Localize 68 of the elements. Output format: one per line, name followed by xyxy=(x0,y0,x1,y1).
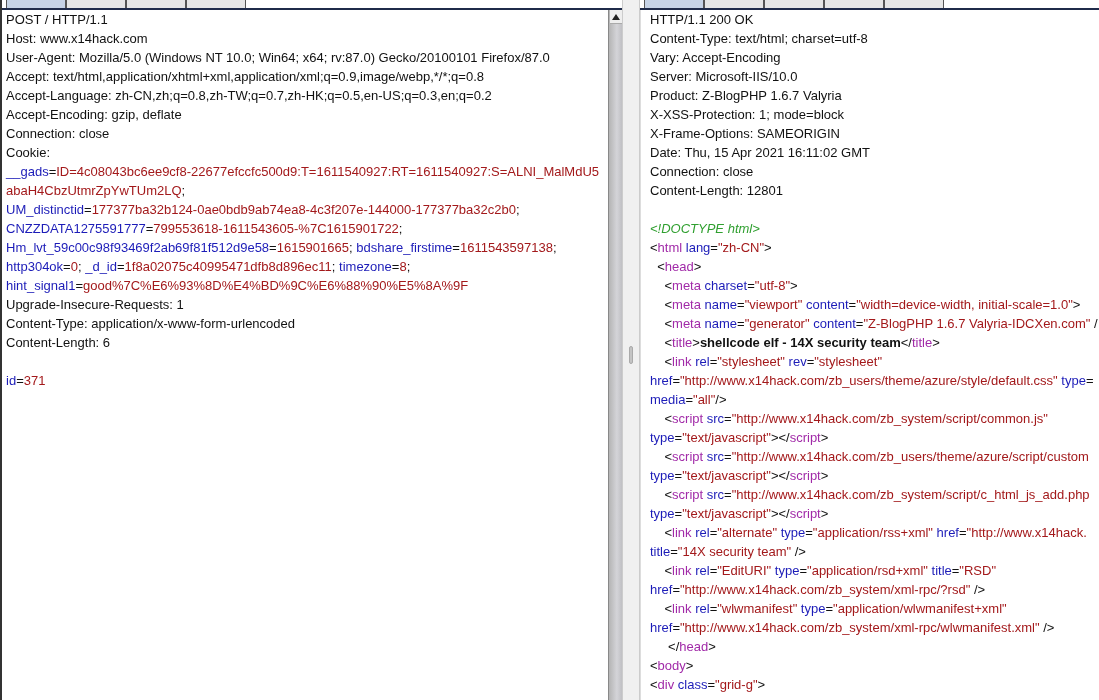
tab[interactable] xyxy=(704,0,764,8)
code-line: X-XSS-Protection: 1; mode=block xyxy=(650,106,845,124)
code-line: <html lang="zh-CN"> xyxy=(650,239,773,257)
code-line: href="http://www.x14hack.com/zb_system/xml-rpc/wlwmanifest.xml" /> xyxy=(650,619,1056,637)
code-line: title="14X security team" /> xyxy=(650,543,807,561)
code-line: href="http://www.x14hack.com/zb_users/theme/azure/style/default.css" type= xyxy=(650,372,1095,390)
code-line: <script src="http://www.x14hack.com/zb_system/script/common.js" xyxy=(663,410,1049,428)
code-line: type="text/javascript"></script> xyxy=(650,467,830,485)
code-line: Content-Length: 6 xyxy=(6,334,112,352)
code-line: type="text/javascript"></script> xyxy=(650,505,830,523)
code-line: Content-Type: application/x-www-form-urlencoded xyxy=(6,315,296,333)
code-line: media="all"/> xyxy=(650,391,728,409)
code-line: <link rel="EditURI" type="application/rsd+xml" title="RSD" xyxy=(663,562,998,580)
code-line: hint_signal1=good%7C%E6%93%8D%E4%BD%9C%E6%88%90%E5%8A%9F xyxy=(6,277,470,295)
code-line: Content-Length: 12801 xyxy=(650,182,784,200)
code-line: <title>shellcode elf - 14X security team</title> xyxy=(663,334,941,352)
code-line: Cookie: xyxy=(6,144,52,162)
code-line: <head> xyxy=(656,258,703,276)
scroll-up-button[interactable] xyxy=(609,10,622,24)
scrollbar[interactable] xyxy=(608,10,622,700)
code-line: </head> xyxy=(667,638,717,656)
tab[interactable] xyxy=(764,0,824,8)
tab[interactable] xyxy=(884,0,944,8)
code-line: abaH4CbzUtmrZpYwTUm2LQ; xyxy=(6,182,187,200)
code-line: X-Frame-Options: SAMEORIGIN xyxy=(650,125,841,143)
tab[interactable] xyxy=(644,0,704,8)
code-line: Upgrade-Insecure-Requests: 1 xyxy=(6,296,185,314)
code-line: Connection: close xyxy=(6,125,111,143)
up-arrow-icon xyxy=(611,13,620,20)
tab[interactable] xyxy=(66,0,126,8)
message-editor[interactable] xyxy=(640,10,1099,700)
code-line: HTTP/1.1 200 OK xyxy=(650,11,755,29)
code-line: <script src="http://www.x14hack.com/zb_users/theme/azure/script/custom xyxy=(663,448,1090,466)
code-line: User-Agent: Mozilla/5.0 (Windows NT 10.0; Win64; x64; rv:87.0) Gecko/20100101 Firefox/87.0 xyxy=(6,49,551,67)
code-line: Date: Thu, 15 Apr 2021 16:11:02 GMT xyxy=(650,144,871,162)
code-line: <meta name="viewport" content="width=device-width, initial-scale=1.0"> xyxy=(663,296,1082,314)
code-line: http304ok=0; _d_id=1f8a02075c40995471dfb8d896ec11; timezone=8; xyxy=(6,258,412,276)
code-line: <link rel="alternate" type="application/rss+xml" href="http://www.x14hack. xyxy=(663,524,1088,542)
code-line: id=371 xyxy=(6,372,47,390)
code-line: href="http://www.x14hack.com/zb_system/xml-rpc/?rsd" /> xyxy=(650,581,987,599)
tab[interactable] xyxy=(126,0,186,8)
code-line: <script src="http://www.x14hack.com/zb_system/script/c_html_js_add.php xyxy=(663,486,1091,504)
code-line: Vary: Accept-Encoding xyxy=(650,49,782,67)
code-line: Accept-Language: zh-CN,zh;q=0.8,zh-TW;q=0.7,zh-HK;q=0.5,en-US;q=0.3,en;q=0.2 xyxy=(6,87,493,105)
code-line: <body> xyxy=(650,657,695,675)
code-line: <div class="grid-g"> xyxy=(650,676,767,694)
tab[interactable] xyxy=(824,0,884,8)
code-line: <meta name="generator" content="Z-BlogPHP 1.6.7 Valyria-IDCXen.com" / xyxy=(663,315,1099,333)
code-line: Host: www.x14hack.com xyxy=(6,30,149,48)
code-line: __gads=ID=4c08043bc6ee9cf8-22677efccfc500d9:T=1611540927:RT=1611540927:S=ALNI_MalMdU5 xyxy=(6,163,601,181)
tab[interactable] xyxy=(186,0,246,8)
code-line: Accept: text/html,application/xhtml+xml,application/xml;q=0.9,image/webp,*/*;q=0.8 xyxy=(6,68,485,86)
code-line: <!DOCTYPE html> xyxy=(650,220,761,238)
code-line: <meta charset="utf-8"> xyxy=(663,277,799,295)
tab[interactable] xyxy=(6,0,66,8)
code-line: Product: Z-BlogPHP 1.6.7 Valyria xyxy=(650,87,843,105)
code-line: <link rel="wlwmanifest" type="application/wlwmanifest+xml" xyxy=(663,600,1008,618)
code-line: Server: Microsoft-IIS/10.0 xyxy=(650,68,799,86)
code-line: Connection: close xyxy=(650,163,755,181)
splitter-handle[interactable] xyxy=(629,346,633,364)
code-line: <link rel="stylesheet" rev="stylesheet" xyxy=(663,353,883,371)
code-line: POST / HTTP/1.1 xyxy=(6,11,109,29)
code-line: Hm_lvt_59c00c98f93469f2ab69f81f512d9e58=1615901665; bdshare_firstime=1611543597138; xyxy=(6,239,558,257)
code-line: Content-Type: text/html; charset=utf-8 xyxy=(650,30,869,48)
code-line: type="text/javascript"></script> xyxy=(650,429,830,447)
code-line: UM_distinctid=177377ba32b124-0ae0bdb9ab74ea8-4c3f207e-144000-177377ba32c2b0; xyxy=(6,201,521,219)
code-line: CNZZDATA1275591777=799553618-1611543605-%7C1615901722; xyxy=(6,220,404,238)
code-line: Accept-Encoding: gzip, deflate xyxy=(6,106,183,124)
